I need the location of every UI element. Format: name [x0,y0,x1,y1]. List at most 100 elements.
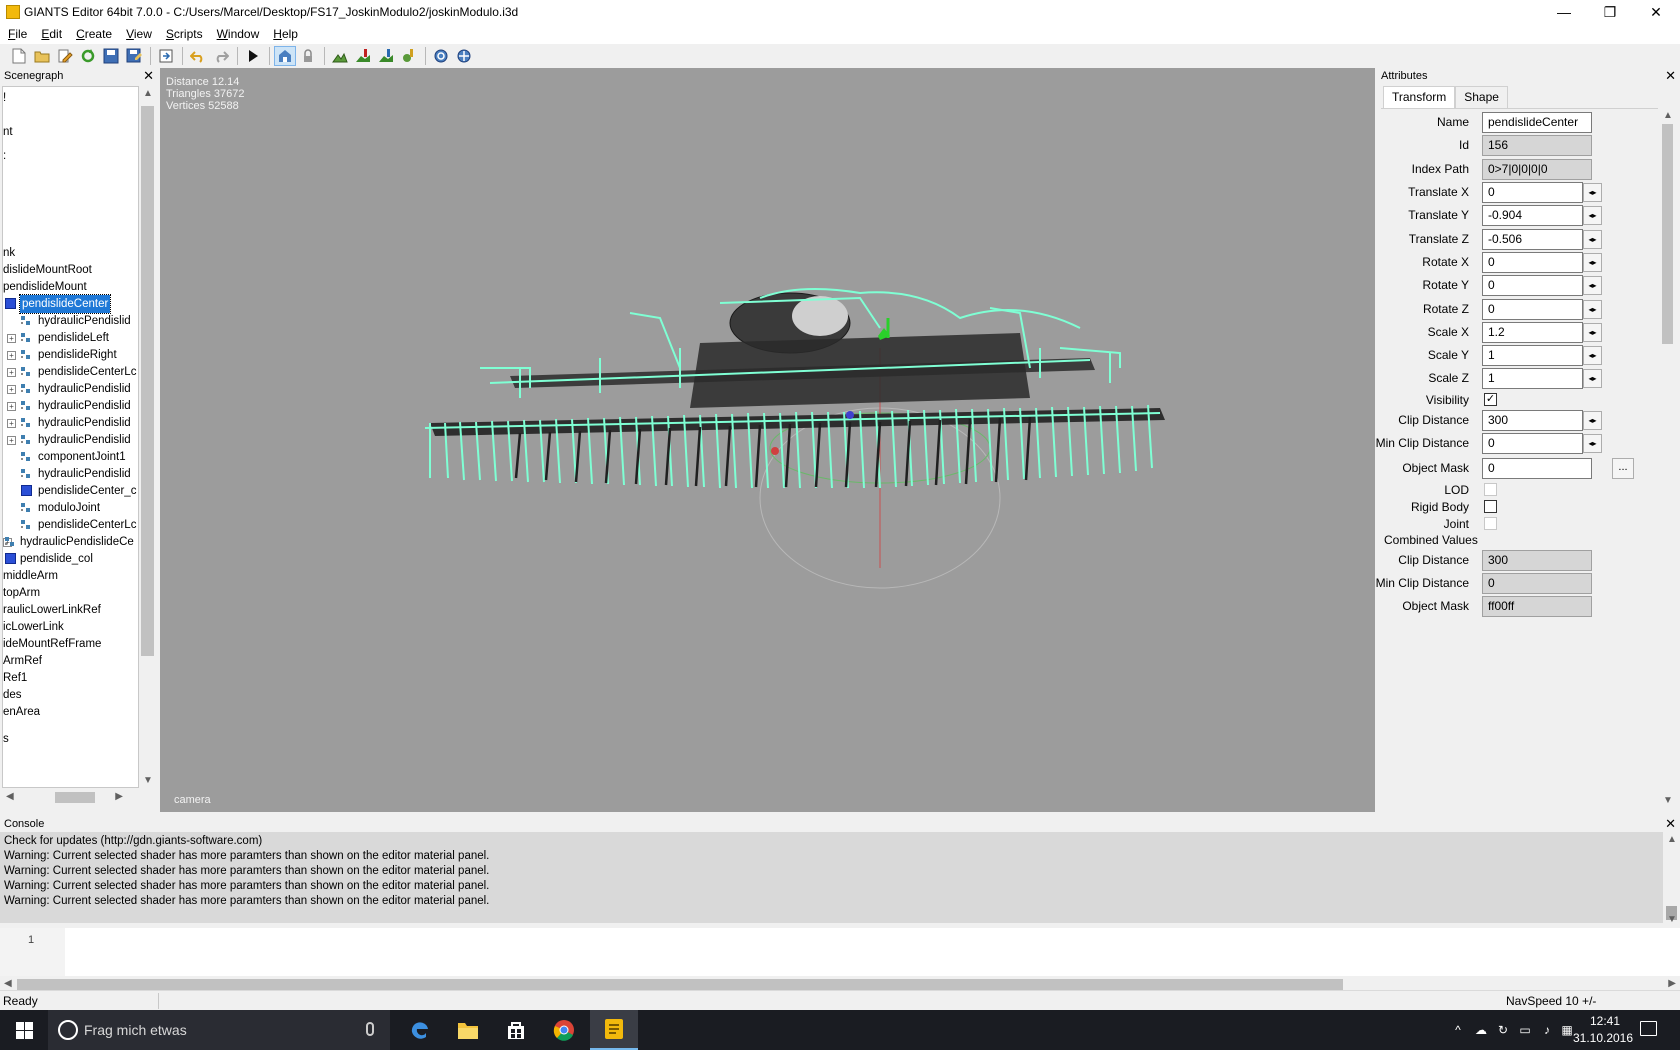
transform-field-spinner[interactable]: ◂▸ [1583,206,1602,226]
edge-icon[interactable] [396,1010,444,1050]
transform-field-input[interactable]: 1 [1482,368,1583,390]
menu-view[interactable]: View [119,24,159,44]
expand-node-icon[interactable]: + [7,402,16,411]
scroll-down-icon[interactable]: ▼ [1663,795,1673,806]
tab-transform[interactable]: Transform [1383,86,1456,108]
scenegraph-close-icon[interactable]: ✕ [143,68,154,84]
transform-field-input[interactable]: 0 [1482,251,1583,273]
expand-node-icon[interactable]: + [7,436,16,445]
expand-node-icon[interactable]: + [7,334,16,343]
save-as-icon[interactable] [123,46,145,66]
scenegraph-horizontal-scrollbar[interactable]: ◀ ▶ [2,789,139,806]
microphone-icon[interactable] [366,1022,374,1036]
restore-button[interactable]: ❐ [1587,0,1633,24]
select-mode-icon[interactable] [274,46,296,66]
action-center-icon[interactable] [1640,1021,1657,1036]
scroll-down-icon[interactable]: ▼ [143,775,153,786]
terrain-sculpt-icon[interactable] [329,46,351,66]
store-icon[interactable] [492,1010,540,1050]
transform-field-spinner[interactable]: ◂▸ [1583,322,1602,342]
expand-node-icon[interactable]: + [7,419,16,428]
wifi-icon[interactable]: ▭ [1518,1023,1532,1037]
sync-icon[interactable]: ↻ [1496,1023,1510,1037]
menu-edit[interactable]: Edit [34,24,69,44]
min-clip-distance-field[interactable]: 0 [1482,433,1583,454]
menu-file[interactable]: File [1,24,34,44]
menu-help[interactable]: Help [266,24,305,44]
visibility-checkbox[interactable]: ✓ [1484,393,1497,406]
menu-create[interactable]: Create [69,24,119,44]
expand-node-icon[interactable]: + [7,385,16,394]
attributes-vertical-scrollbar[interactable]: ▲ ▼ [1659,108,1676,808]
foliage-paint-icon[interactable] [375,46,397,66]
edit-file-icon[interactable] [54,46,76,66]
console-script-editor[interactable]: 1 [0,928,1680,976]
scroll-thumb[interactable] [55,792,95,803]
object-mask-field[interactable]: 0 [1482,458,1592,479]
cortana-search-box[interactable]: Frag mich etwas [48,1010,390,1050]
play-icon[interactable] [242,46,264,66]
scroll-left-icon[interactable]: ◀ [6,791,14,802]
undo-icon[interactable] [187,46,209,66]
3d-viewport[interactable]: Distance 12.14 Triangles 37672 Vertices … [160,68,1375,812]
joint-checkbox[interactable] [1484,517,1497,530]
transform-field-input[interactable]: -0.904 [1482,205,1583,227]
transform-field-spinner[interactable]: ◂▸ [1583,369,1602,389]
minimize-button[interactable]: — [1541,0,1587,24]
transform-field-spinner[interactable]: ◂▸ [1583,183,1602,202]
network-status-icon[interactable]: ☁ [1474,1023,1488,1037]
transform-field-spinner[interactable]: ◂▸ [1583,276,1602,296]
gizmo-z-handle[interactable] [846,411,854,419]
giants-editor-icon[interactable] [590,1010,638,1050]
open-file-icon[interactable] [31,46,53,66]
save-icon[interactable] [100,46,122,66]
transform-field-input[interactable]: 1.2 [1482,321,1583,343]
min-clip-distance-spinner[interactable]: ◂▸ [1583,434,1602,453]
redo-icon[interactable] [210,46,232,66]
tab-shape[interactable]: Shape [1455,86,1508,108]
close-button[interactable]: ✕ [1633,0,1679,24]
settings-icon[interactable] [453,46,475,66]
transform-field-input[interactable]: -0.506 [1482,228,1583,250]
scroll-up-icon[interactable]: ▲ [1667,834,1677,845]
scroll-down-icon[interactable]: ▼ [1667,914,1677,925]
expand-node-icon[interactable]: + [7,368,16,377]
terrain-paint-icon[interactable] [352,46,374,66]
slurry-spreader-model[interactable] [160,68,1375,812]
gizmo-x-handle[interactable] [771,447,779,455]
clock-date[interactable]: 31.10.2016 [1568,1031,1638,1045]
chrome-icon[interactable] [540,1010,588,1050]
scenegraph-tree[interactable]: ! nt: nk dislideMountRoot pendislideMount pen… [2,86,139,788]
clock-time[interactable]: 12:41 [1580,1014,1630,1028]
rigid-body-checkbox[interactable] [1484,500,1497,513]
object-mask-browse-button[interactable]: ... [1612,458,1634,479]
transform-field-input[interactable]: 0 [1482,275,1583,297]
transform-field-input[interactable]: 0 [1482,182,1583,203]
scroll-up-icon[interactable]: ▲ [1663,110,1673,121]
scroll-right-icon[interactable]: ▶ [115,791,123,802]
clip-distance-field[interactable]: 300 [1482,410,1583,431]
console-vertical-scrollbar[interactable]: ▲ ▼ [1663,832,1680,925]
console-close-icon[interactable]: ✕ [1665,816,1676,832]
menu-scripts[interactable]: Scripts [159,24,210,44]
scroll-thumb[interactable] [17,979,1343,990]
transform-field-input[interactable]: 1 [1482,345,1583,367]
clip-distance-spinner[interactable]: ◂▸ [1583,411,1602,430]
lod-checkbox[interactable] [1484,483,1497,496]
scroll-left-icon[interactable]: ◀ [4,978,12,989]
placement-icon[interactable] [398,46,420,66]
export-icon[interactable] [155,46,177,66]
reload-icon[interactable] [77,46,99,66]
expand-node-icon[interactable]: + [7,351,16,360]
menu-window[interactable]: Window [210,24,267,44]
file-explorer-icon[interactable] [444,1010,492,1050]
lock-icon[interactable] [297,46,319,66]
scenegraph-vertical-scrollbar[interactable]: ▲ ▼ [139,86,156,788]
refresh-icon[interactable] [430,46,452,66]
volume-icon[interactable]: ♪ [1540,1023,1554,1037]
name-field[interactable]: pendislideCenter [1482,112,1592,133]
transform-field-spinner[interactable]: ◂▸ [1583,229,1602,249]
start-button[interactable] [0,1010,48,1050]
transform-field-spinner[interactable]: ◂▸ [1583,252,1602,272]
transform-field-input[interactable]: 0 [1482,298,1583,320]
